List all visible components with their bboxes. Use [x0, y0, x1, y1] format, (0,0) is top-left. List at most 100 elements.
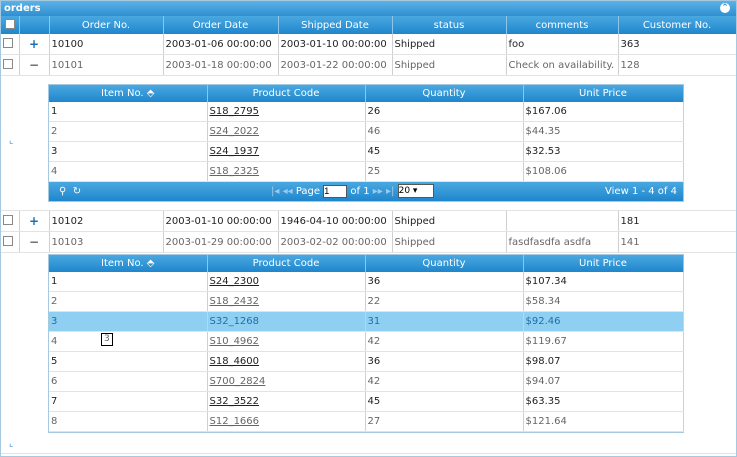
- cell-quantity: 27: [365, 411, 524, 432]
- item-row[interactable]: 4 S18_2325 25 $108.06: [49, 161, 684, 182]
- subcol-unit-price[interactable]: Unit Price: [523, 85, 684, 102]
- subcol-quantity[interactable]: Quantity: [365, 255, 524, 272]
- order-row[interactable]: − 10101 2003-01-18 00:00:00 2003-01-22 0…: [1, 54, 736, 76]
- cell-product-code[interactable]: S18_2795: [207, 102, 366, 122]
- cell-unit-price: $32.53: [523, 141, 684, 162]
- cell-customer-no: 363: [618, 34, 736, 55]
- view-records-text: View 1 - 4 of 4: [605, 186, 677, 197]
- first-page-icon[interactable]: |◂: [271, 186, 279, 197]
- cell-quantity: 45: [365, 391, 524, 412]
- item-row[interactable]: 2 S18_2432 22 $58.34: [49, 291, 684, 312]
- cell-product-code[interactable]: S24_2022: [207, 121, 366, 142]
- item-row[interactable]: 3 S24_1937 45 $32.53: [49, 141, 684, 162]
- subcol-item-no[interactable]: Item No. ⬘: [49, 255, 208, 272]
- page-input[interactable]: [323, 184, 348, 198]
- expand-column-header: [19, 16, 50, 34]
- cell-product-code[interactable]: S18_2432: [207, 291, 366, 312]
- last-page-icon[interactable]: ▸|: [386, 186, 394, 197]
- cell-order-date: 2003-01-18 00:00:00: [163, 54, 279, 76]
- order-row[interactable]: + 10102 2003-01-10 00:00:00 1946-04-10 0…: [1, 210, 736, 232]
- col-header-status[interactable]: status: [392, 16, 507, 34]
- cell-item-no: 6: [49, 371, 208, 392]
- cell-product-code[interactable]: S32_3522: [207, 391, 366, 412]
- cell-quantity: 36: [365, 272, 524, 292]
- item-row[interactable]: 1 S18_2795 26 $167.06: [49, 102, 684, 122]
- subcol-product-code[interactable]: Product Code: [207, 255, 366, 272]
- cell-item-no: 2: [49, 291, 208, 312]
- cell-unit-price: $44.35: [523, 121, 684, 142]
- cell-comments: Check on availability.: [506, 54, 619, 76]
- subcol-product-code[interactable]: Product Code: [207, 85, 366, 102]
- cell-customer-no: 141: [618, 231, 736, 253]
- cell-product-code[interactable]: S18_2325: [207, 161, 366, 182]
- cell-order-no: 10100: [49, 34, 164, 55]
- cell-product-code[interactable]: S24_1937: [207, 141, 366, 162]
- subcol-quantity[interactable]: Quantity: [365, 85, 524, 102]
- subgrid-row: ⌞ Item No. ⬘ Product Code Quantity Unit …: [1, 75, 736, 211]
- collapse-row-toggle[interactable]: −: [19, 231, 50, 253]
- row-checkbox[interactable]: [1, 34, 20, 55]
- item-row[interactable]: 8 S12_1666 27 $121.64: [49, 411, 684, 432]
- cell-product-code[interactable]: S10_4962: [207, 331, 366, 352]
- row-checkbox[interactable]: [1, 210, 20, 232]
- col-header-order-date[interactable]: Order Date: [163, 16, 279, 34]
- collapse-grid-icon[interactable]: ⌃: [720, 3, 730, 13]
- cell-product-code[interactable]: S700_2824: [207, 371, 366, 392]
- cell-quantity: 36: [365, 351, 524, 372]
- subcol-unit-price[interactable]: Unit Price: [523, 255, 684, 272]
- cell-item-no: 7: [49, 391, 208, 412]
- cell-unit-price: $108.06: [523, 161, 684, 182]
- cell-quantity: 26: [365, 102, 524, 122]
- select-all-checkbox[interactable]: [1, 16, 20, 34]
- cell-unit-price: $121.64: [523, 411, 684, 432]
- col-header-comments[interactable]: comments: [506, 16, 619, 34]
- row-checkbox[interactable]: [1, 231, 20, 253]
- expand-row-toggle[interactable]: +: [19, 210, 50, 232]
- cell-item-no: 5: [49, 351, 208, 372]
- cell-quantity: 22: [365, 291, 524, 312]
- subgrid-marker-icon: ⌞: [9, 136, 14, 146]
- prev-page-icon[interactable]: ◂◂: [283, 186, 293, 197]
- item-row[interactable]: 6 S700_2824 42 $94.07: [49, 371, 684, 392]
- expand-row-toggle[interactable]: +: [19, 34, 50, 55]
- grid-titlebar: orders ⌃: [1, 1, 736, 16]
- next-page-icon[interactable]: ▸▸: [373, 186, 383, 197]
- col-header-order-no[interactable]: Order No.: [49, 16, 164, 34]
- order-row[interactable]: − 10103 2003-01-29 00:00:00 2003-02-02 0…: [1, 231, 736, 253]
- tooltip: 3: [101, 333, 113, 346]
- cell-shipped-date: 2003-01-10 00:00:00: [278, 34, 393, 55]
- grid-title: orders: [4, 3, 41, 14]
- col-header-customer-no[interactable]: Customer No.: [618, 16, 736, 34]
- row-checkbox[interactable]: [1, 54, 20, 76]
- cell-unit-price: $92.46: [523, 311, 684, 332]
- cell-product-code[interactable]: S18_4600: [207, 351, 366, 372]
- cell-product-code[interactable]: S24_2300: [207, 272, 366, 292]
- order-row[interactable]: + 10100 2003-01-06 00:00:00 2003-01-10 0…: [1, 34, 736, 55]
- refresh-icon[interactable]: ↻: [73, 186, 81, 197]
- rows-per-page-select[interactable]: 20 ▾: [397, 184, 434, 198]
- subcol-item-no[interactable]: Item No. ⬘: [49, 85, 208, 102]
- item-row[interactable]: 1 S24_2300 36 $107.34: [49, 272, 684, 292]
- collapse-row-toggle[interactable]: −: [19, 54, 50, 76]
- cell-product-code[interactable]: S12_1666: [207, 411, 366, 432]
- orders-grid: orders ⌃ Order No. Order Date Shipped Da…: [0, 0, 737, 457]
- cell-order-date: 2003-01-29 00:00:00: [163, 231, 279, 253]
- cell-quantity: 42: [365, 371, 524, 392]
- cell-comments: foo: [506, 34, 619, 55]
- subgrid-table: Item No. ⬘ Product Code Quantity Unit Pr…: [49, 85, 684, 182]
- item-row[interactable]: 4 3 S10_4962 42 $119.67: [49, 331, 684, 352]
- item-row[interactable]: 5 S18_4600 36 $98.07: [49, 351, 684, 372]
- cell-order-date: 2003-01-06 00:00:00: [163, 34, 279, 55]
- search-icon[interactable]: ⚲: [59, 186, 66, 197]
- item-row-selected[interactable]: 3 S32_1268 31 $92.46: [49, 311, 684, 332]
- subgrid-header-row: Item No. ⬘ Product Code Quantity Unit Pr…: [49, 255, 684, 272]
- orders-table: Order No. Order Date Shipped Date status…: [1, 16, 736, 454]
- item-row[interactable]: 7 S32_3522 45 $63.35: [49, 391, 684, 412]
- cell-item-no: 3: [49, 141, 208, 162]
- col-header-shipped-date[interactable]: Shipped Date: [278, 16, 393, 34]
- item-row[interactable]: 2 S24_2022 46 $44.35: [49, 121, 684, 142]
- cell-product-code[interactable]: S32_1268: [207, 311, 366, 332]
- cell-item-no: 3: [49, 311, 208, 332]
- cell-customer-no: 181: [618, 210, 736, 232]
- subgrid-pager: ⚲ ↻ |◂ ◂◂ Page of 1 ▸▸ ▸| 20 ▾ View 1 - …: [49, 182, 683, 201]
